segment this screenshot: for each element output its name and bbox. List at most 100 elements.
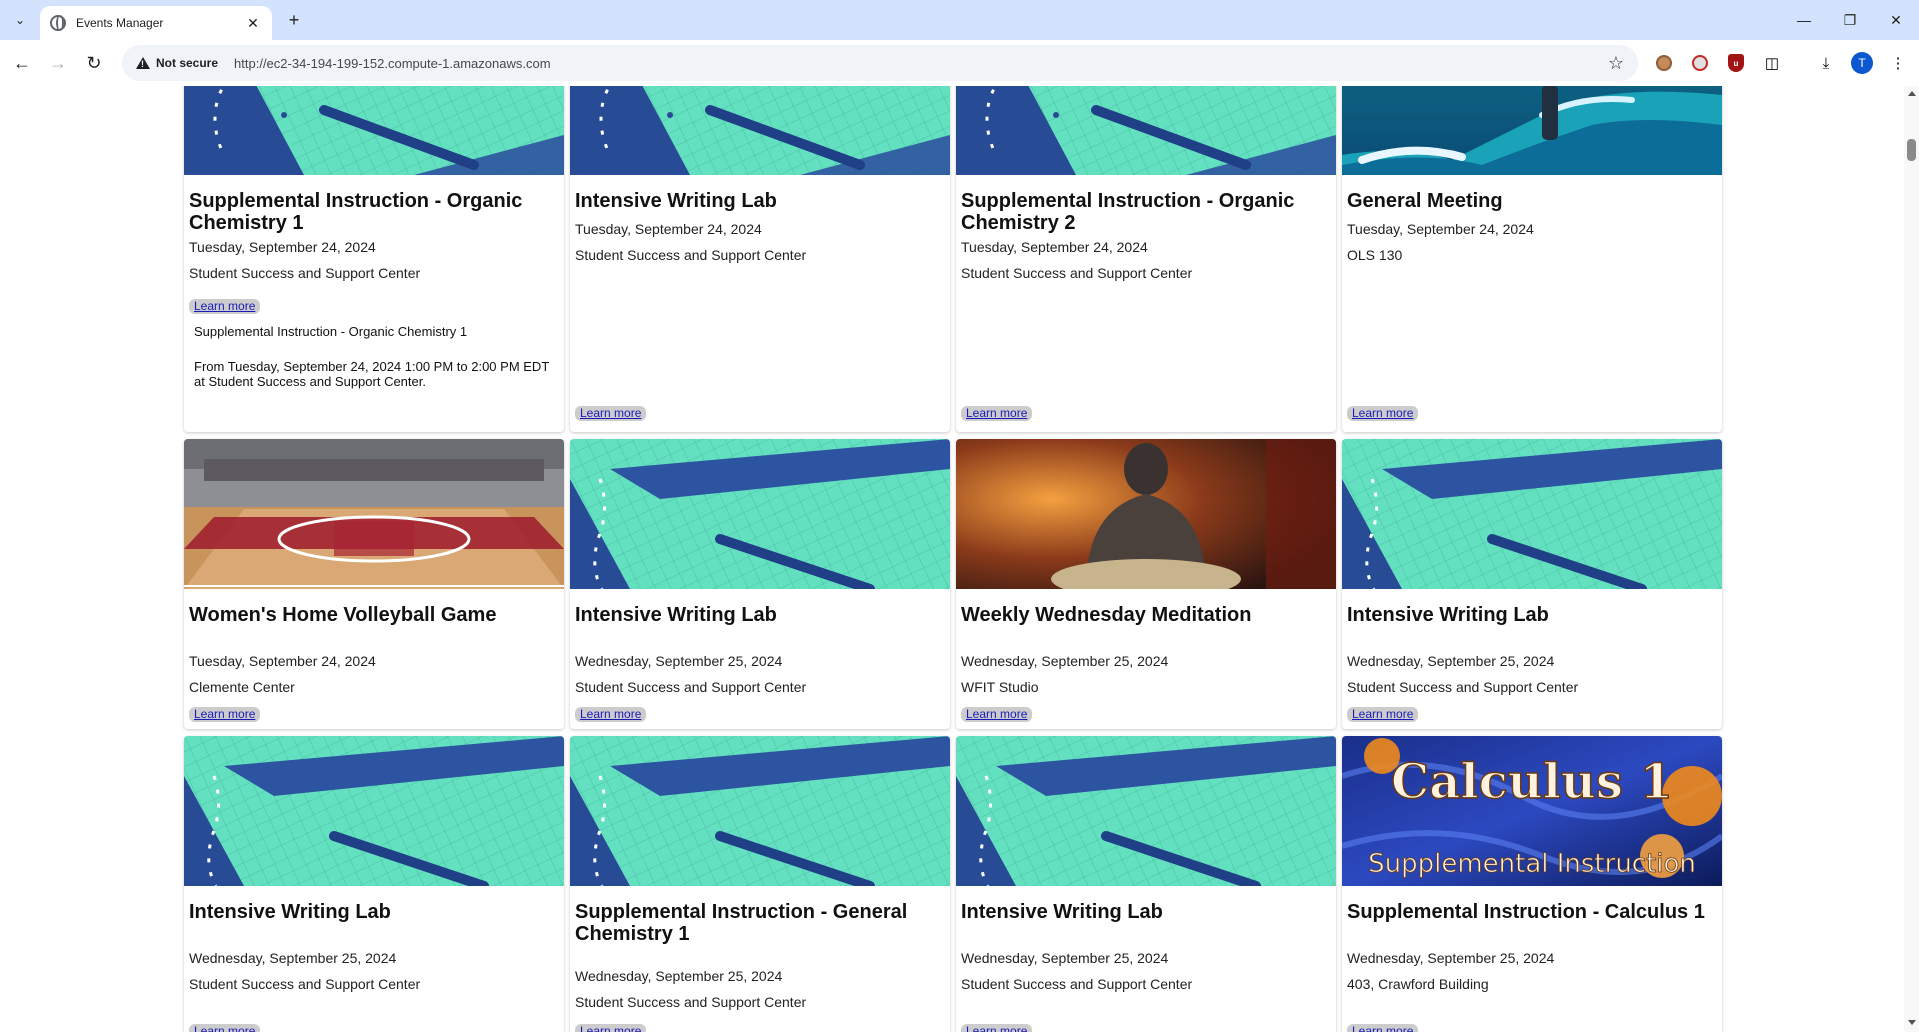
learn-more-link[interactable]: Learn more	[961, 406, 1033, 421]
notebook-image	[1342, 439, 1722, 589]
browser-toolbar: ← → ↻ Not secure http://ec2-34-194-199-1…	[0, 40, 1919, 86]
restore-icon: ❐	[1843, 11, 1857, 28]
page-scrollbar[interactable]	[1904, 86, 1919, 1032]
profile-button[interactable]: T	[1850, 51, 1874, 75]
event-date: Tuesday, September 24, 2024	[575, 221, 762, 237]
new-tab-button[interactable]: +	[282, 8, 306, 32]
learn-more-link[interactable]: Learn more	[189, 1024, 261, 1032]
event-card: Calculus 1 Supplemental Instruction Supp…	[1342, 736, 1722, 1032]
event-date: Wednesday, September 25, 2024	[1347, 653, 1555, 669]
security-label: Not secure	[156, 56, 219, 70]
event-title: Intensive Writing Lab	[189, 901, 391, 923]
address-bar[interactable]: Not secure http://ec2-34-194-199-152.com…	[122, 45, 1638, 81]
event-title: Intensive Writing Lab	[575, 190, 777, 212]
star-icon[interactable]: ☆	[1608, 53, 1624, 74]
event-card: General Meeting Tuesday, September 24, 2…	[1342, 86, 1722, 432]
red-extension-button[interactable]	[1688, 51, 1712, 75]
event-card: Intensive Writing Lab Wednesday, Septemb…	[956, 736, 1336, 1032]
event-location: Clemente Center	[189, 679, 295, 695]
scroll-thumb[interactable]	[1907, 139, 1916, 161]
security-chip[interactable]: Not secure	[126, 49, 228, 77]
learn-more-link[interactable]: Learn more	[575, 406, 647, 421]
notebook-image	[184, 736, 564, 886]
minimize-button[interactable]: —	[1781, 0, 1827, 40]
learn-more-link[interactable]: Learn more	[1347, 707, 1419, 722]
tab-title: Events Manager	[76, 16, 164, 30]
event-title: Intensive Writing Lab	[1347, 604, 1549, 626]
event-card: Supplemental Instruction - Organic Chemi…	[184, 86, 564, 432]
close-icon: ✕	[1890, 11, 1902, 28]
event-title: General Meeting	[1347, 190, 1503, 212]
notebook-image	[956, 86, 1336, 175]
tab-search-button[interactable]: ⌄	[8, 8, 32, 32]
learn-more-link[interactable]: Learn more	[575, 707, 647, 722]
event-date: Wednesday, September 25, 2024	[189, 950, 397, 966]
event-location: OLS 130	[1347, 247, 1403, 263]
event-description-title: Supplemental Instruction - Organic Chemi…	[194, 324, 468, 339]
gym-court-image	[184, 439, 564, 589]
event-title: Intensive Writing Lab	[575, 604, 777, 626]
menu-button[interactable]: ⋮	[1886, 51, 1910, 75]
scroll-down-arrow[interactable]	[1908, 1020, 1916, 1025]
event-location: WFIT Studio	[961, 679, 1039, 695]
event-card: Supplemental Instruction - General Chemi…	[570, 736, 950, 1032]
event-card: Women's Home Volleyball Game Tuesday, Se…	[184, 439, 564, 729]
arrow-left-icon: ←	[13, 52, 31, 73]
event-location: Student Success and Support Center	[575, 994, 807, 1010]
reload-button[interactable]: ↻	[82, 51, 106, 75]
learn-more-link[interactable]: Learn more	[961, 1024, 1033, 1032]
active-tab[interactable]: Events Manager ✕	[40, 6, 272, 40]
learn-more-link[interactable]: Learn more	[189, 299, 261, 314]
learn-more-link[interactable]: Learn more	[575, 1024, 647, 1032]
window-controls: — ❐ ✕	[1781, 0, 1919, 40]
scroll-up-arrow[interactable]	[1908, 91, 1916, 96]
banner-subtitle: Supplemental Instruction	[1368, 849, 1696, 879]
back-button[interactable]: ←	[10, 51, 34, 75]
event-location: Student Success and Support Center	[961, 976, 1193, 992]
event-date: Wednesday, September 25, 2024	[575, 653, 783, 669]
notebook-image	[570, 736, 950, 886]
notebook-image	[570, 439, 950, 589]
warning-icon	[136, 57, 150, 69]
url-text[interactable]: http://ec2-34-194-199-152.compute-1.amaz…	[234, 56, 1608, 71]
meditation-image	[956, 439, 1336, 589]
restore-button[interactable]: ❐	[1827, 0, 1873, 40]
learn-more-link[interactable]: Learn more	[189, 707, 261, 722]
event-title: Supplemental Instruction - Calculus 1	[1347, 901, 1705, 923]
ublock-extension-button[interactable]: u	[1724, 51, 1748, 75]
arrow-right-icon: →	[49, 52, 67, 73]
cookie-extension-button[interactable]	[1652, 51, 1676, 75]
downloads-button[interactable]: ⤓	[1814, 51, 1838, 75]
event-card: Weekly Wednesday Meditation Wednesday, S…	[956, 439, 1336, 729]
event-date: Tuesday, September 24, 2024	[961, 239, 1148, 255]
event-card: Intensive Writing Lab Wednesday, Septemb…	[1342, 439, 1722, 729]
event-location: Student Success and Support Center	[1347, 679, 1579, 695]
shield-icon: u	[1728, 54, 1744, 72]
event-date: Wednesday, September 25, 2024	[575, 968, 783, 984]
event-date: Wednesday, September 25, 2024	[1347, 950, 1555, 966]
learn-more-link[interactable]: Learn more	[961, 707, 1033, 722]
close-window-button[interactable]: ✕	[1873, 0, 1919, 40]
event-card: Supplemental Instruction - Organic Chemi…	[956, 86, 1336, 432]
event-date: Wednesday, September 25, 2024	[961, 653, 1169, 669]
event-title: Supplemental Instruction - Organic Chemi…	[961, 190, 1295, 234]
close-icon[interactable]: ✕	[244, 15, 262, 32]
notebook-image	[570, 86, 950, 175]
chevron-down-icon: ⌄	[14, 13, 26, 27]
forward-button[interactable]: →	[46, 51, 70, 75]
learn-more-link[interactable]: Learn more	[1347, 1024, 1419, 1032]
event-date: Tuesday, September 24, 2024	[1347, 221, 1534, 237]
event-card: Intensive Writing Lab Wednesday, Septemb…	[184, 736, 564, 1032]
extensions-button[interactable]: ◫	[1760, 51, 1784, 75]
kebab-menu-icon: ⋮	[1890, 55, 1906, 72]
puzzle-icon: ◫	[1764, 55, 1780, 72]
event-title: Weekly Wednesday Meditation	[961, 604, 1252, 626]
event-location: Student Success and Support Center	[575, 247, 807, 263]
event-location: 403, Crawford Building	[1347, 976, 1489, 992]
extension-badge-icon	[1692, 55, 1708, 71]
event-date: Tuesday, September 24, 2024	[189, 239, 376, 255]
banner-title: Calculus 1	[1391, 754, 1673, 810]
event-title: Supplemental Instruction - Organic Chemi…	[189, 190, 523, 234]
learn-more-link[interactable]: Learn more	[1347, 406, 1419, 421]
avatar: T	[1851, 52, 1873, 74]
